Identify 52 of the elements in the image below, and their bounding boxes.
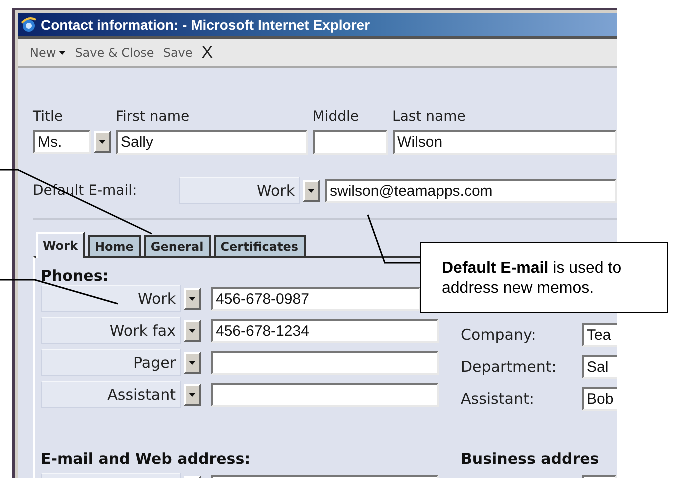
new-menu[interactable]: New xyxy=(30,46,66,60)
name-field[interactable] xyxy=(312,130,388,155)
caret-icon xyxy=(189,328,196,332)
tab[interactable]: Certificates xyxy=(214,235,306,258)
field-label: Title xyxy=(33,109,64,125)
callout-note: Default E-mail is used to address new memos. xyxy=(420,242,668,313)
browser-icon xyxy=(21,16,37,32)
window-title: Contact information: - Microsoft Internet Explorer xyxy=(41,16,370,32)
phone-field[interactable] xyxy=(211,382,439,406)
dropdown-button[interactable] xyxy=(94,131,111,153)
phone-type-label: Assistant xyxy=(41,381,181,408)
title-select[interactable]: Ms. xyxy=(33,130,91,154)
company-field[interactable]: Sal xyxy=(582,354,617,378)
caret-icon xyxy=(308,188,315,192)
phone-field[interactable] xyxy=(211,350,439,374)
phone-type-label: Pager xyxy=(41,349,181,376)
close-button[interactable]: X xyxy=(202,42,214,62)
name-field[interactable]: Sally xyxy=(116,130,308,155)
email-type-label: Work xyxy=(179,177,300,204)
tab[interactable]: Home xyxy=(88,235,141,258)
name-field[interactable]: Wilson xyxy=(392,130,617,155)
phone-field[interactable]: 456-678-0987 xyxy=(211,286,421,310)
dropdown-button[interactable] xyxy=(184,320,201,342)
section-heading: Business addres xyxy=(461,450,600,468)
field-label: Company: xyxy=(461,326,538,344)
dropdown-button[interactable] xyxy=(184,288,201,310)
toolbar-button[interactable]: Save xyxy=(163,46,193,60)
section-heading: Phones: xyxy=(41,267,109,285)
field-label: Department: xyxy=(461,358,558,376)
caret-icon xyxy=(189,360,196,364)
dropdown-button[interactable] xyxy=(184,384,201,406)
caret-icon xyxy=(189,296,196,300)
field-label: Middle xyxy=(312,109,360,125)
caret-icon xyxy=(189,392,196,396)
field-label: First name xyxy=(116,109,191,125)
company-field[interactable]: Bob xyxy=(582,386,617,410)
caret-icon xyxy=(59,50,66,54)
field-label: Last name xyxy=(392,109,467,125)
company-field[interactable]: Tea xyxy=(582,322,617,346)
toolbar-button[interactable]: Save & Close xyxy=(75,46,154,60)
email-field[interactable]: swilson@teamapps.com xyxy=(325,178,617,202)
phone-type-label: Work fax xyxy=(41,317,181,344)
dropdown-button[interactable] xyxy=(184,352,201,374)
phone-field[interactable]: 456-678-1234 xyxy=(211,318,439,342)
dropdown-button[interactable] xyxy=(303,180,320,202)
leader-line xyxy=(367,214,420,264)
caret-icon xyxy=(99,140,106,144)
phone-type-label: Work xyxy=(41,285,181,312)
tab[interactable]: General xyxy=(144,235,211,258)
tab[interactable]: Work xyxy=(36,232,85,258)
field-label: Assistant: xyxy=(461,390,536,408)
section-heading: E-mail and Web address: xyxy=(41,450,252,468)
